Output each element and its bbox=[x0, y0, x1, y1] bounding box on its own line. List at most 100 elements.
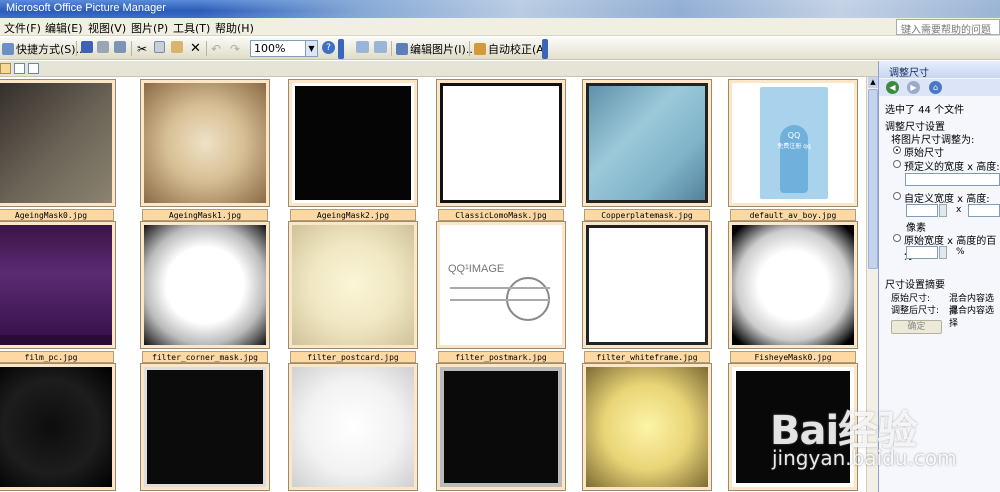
scrollbar-thumb[interactable] bbox=[868, 89, 878, 269]
help-search-input[interactable]: 键入需要帮助的问题 bbox=[896, 19, 1000, 35]
thumbnail-image bbox=[292, 225, 414, 345]
edit-pictures-icon bbox=[396, 42, 408, 55]
menu-file[interactable]: 文件(F) bbox=[4, 20, 41, 36]
zoom-select[interactable]: 100% ▼ bbox=[250, 40, 318, 57]
task-pane-nav: ◀ ▶ ⌂ bbox=[879, 79, 1000, 96]
thumbnail-view-icon[interactable] bbox=[0, 63, 11, 74]
thumbnail-tile[interactable] bbox=[140, 79, 270, 207]
standard-toolbar: 快捷方式(S)... ✂ ✕ ↶ ↷ 100% ▼ ? 编辑图片(I)... 自… bbox=[0, 37, 1000, 60]
redo-icon[interactable]: ↷ bbox=[230, 41, 240, 56]
thumbnail-filename[interactable]: filter_corner_mask.jpg bbox=[142, 351, 268, 363]
custom-width-input[interactable] bbox=[906, 204, 938, 217]
original-size-radio[interactable] bbox=[893, 146, 901, 154]
shortcut-icon bbox=[2, 42, 14, 55]
predefined-size-radio[interactable] bbox=[893, 160, 901, 168]
thumbnail-image bbox=[586, 367, 708, 487]
thumbnail-tile[interactable] bbox=[582, 79, 712, 207]
thumbnail-tile[interactable] bbox=[288, 79, 418, 207]
toolbar-separator bbox=[76, 41, 77, 56]
thumbnail-image bbox=[144, 225, 266, 345]
thumbnail-image bbox=[144, 367, 266, 487]
thumbnail-filename[interactable]: AgeingMask0.jpg bbox=[0, 209, 114, 221]
thumbnail-tile[interactable] bbox=[288, 363, 418, 491]
percent-input[interactable] bbox=[906, 246, 938, 259]
copy-icon[interactable] bbox=[154, 41, 165, 53]
save-icon[interactable] bbox=[81, 41, 93, 53]
vertical-scrollbar[interactable]: ▲ bbox=[866, 77, 878, 492]
thumbnail-tile[interactable] bbox=[436, 363, 566, 491]
thumbnail-image bbox=[144, 83, 266, 203]
thumbnail-tile[interactable] bbox=[0, 363, 116, 491]
undo-icon[interactable]: ↶ bbox=[211, 41, 221, 56]
rotate-right-icon[interactable] bbox=[374, 41, 387, 53]
thumbnail-filename[interactable]: AgeingMask2.jpg bbox=[290, 209, 416, 221]
shortcut-button[interactable]: 快捷方式(S)... bbox=[2, 41, 86, 56]
percent-label: % bbox=[956, 247, 965, 257]
thumbnail-filename[interactable]: filter_postcard.jpg bbox=[290, 351, 416, 363]
zoom-value: 100% bbox=[254, 42, 286, 55]
percent-spinner[interactable] bbox=[939, 246, 947, 259]
home-icon[interactable]: ⌂ bbox=[929, 81, 942, 94]
menu-tools[interactable]: 工具(T) bbox=[173, 20, 210, 36]
forward-icon[interactable]: ▶ bbox=[907, 81, 920, 94]
thumbnail-tile[interactable] bbox=[582, 363, 712, 491]
auto-correct-label: 自动校正(A) bbox=[488, 42, 549, 56]
custom-height-input[interactable] bbox=[968, 204, 1000, 217]
single-picture-view-icon[interactable] bbox=[28, 63, 39, 74]
thumbnail-filename[interactable]: film_pc.jpg bbox=[0, 351, 114, 363]
menu-picture[interactable]: 图片(P) bbox=[131, 20, 168, 36]
avatar-placeholder: QQ 免费注册 qq bbox=[760, 87, 828, 199]
thumbnail-tile[interactable] bbox=[582, 221, 712, 349]
thumbnail-filename[interactable]: FisheyeMask0.jpg bbox=[730, 351, 856, 363]
rotate-left-icon[interactable] bbox=[356, 41, 369, 53]
thumbnail-filename[interactable]: filter_whiteframe.jpg bbox=[584, 351, 710, 363]
help-icon[interactable]: ? bbox=[322, 41, 335, 54]
print-icon[interactable] bbox=[97, 41, 109, 53]
thumbnail-tile[interactable] bbox=[288, 221, 418, 349]
menu-bar: 文件(F) 编辑(E) 视图(V) 图片(P) 工具(T) 帮助(H) bbox=[0, 18, 1000, 36]
thumbnail-image bbox=[292, 83, 414, 203]
summary-heading: 尺寸设置摘要 bbox=[885, 280, 945, 291]
thumbnail-tile[interactable] bbox=[0, 221, 116, 349]
filmstrip-view-icon[interactable] bbox=[14, 63, 25, 74]
predefined-size-select[interactable] bbox=[905, 173, 1000, 186]
thumbnail-tile[interactable] bbox=[728, 363, 858, 491]
thumbnail-filename[interactable]: Copperplatemask.jpg bbox=[584, 209, 710, 221]
toolbar-options-grip[interactable] bbox=[542, 39, 548, 59]
thumbnail-tile[interactable] bbox=[436, 79, 566, 207]
thumbnail-tile[interactable] bbox=[140, 221, 270, 349]
edit-pictures-button[interactable]: 编辑图片(I)... bbox=[396, 41, 476, 56]
paste-icon[interactable] bbox=[171, 41, 183, 53]
ok-button[interactable]: 确定 bbox=[891, 320, 942, 334]
width-spinner[interactable] bbox=[939, 204, 947, 217]
email-icon[interactable] bbox=[114, 41, 126, 53]
thumbnail-tile[interactable] bbox=[140, 363, 270, 491]
scroll-up-icon[interactable]: ▲ bbox=[868, 77, 878, 88]
chevron-down-icon[interactable]: ▼ bbox=[305, 41, 317, 56]
thumbnail-tile[interactable]: QQ 免费注册 qq bbox=[728, 79, 858, 207]
thumbnail-filename[interactable]: AgeingMask1.jpg bbox=[142, 209, 268, 221]
custom-size-radio[interactable] bbox=[893, 192, 901, 200]
thumbnail-filename[interactable]: default_av_boy.jpg bbox=[730, 209, 856, 221]
thumbnail-image bbox=[440, 367, 562, 487]
toolbar-separator bbox=[206, 41, 207, 56]
thumbnail-tile[interactable] bbox=[0, 79, 116, 207]
toolbar-options-grip[interactable] bbox=[338, 39, 344, 59]
thumbnail-filename[interactable]: filter_postmark.jpg bbox=[438, 351, 564, 363]
auto-correct-button[interactable]: 自动校正(A) bbox=[474, 41, 548, 56]
menu-edit[interactable]: 编辑(E) bbox=[45, 20, 83, 36]
delete-icon[interactable]: ✕ bbox=[190, 41, 201, 56]
thumbnail-tile[interactable] bbox=[728, 221, 858, 349]
menu-help[interactable]: 帮助(H) bbox=[215, 20, 254, 36]
menu-view[interactable]: 视图(V) bbox=[88, 20, 126, 36]
thumbnail-tile[interactable]: QQ¹IMAGE bbox=[436, 221, 566, 349]
view-toolbar bbox=[0, 61, 878, 77]
percent-size-radio[interactable] bbox=[893, 234, 901, 242]
back-icon[interactable]: ◀ bbox=[886, 81, 899, 94]
thumbnail-image bbox=[0, 83, 112, 203]
cut-icon[interactable]: ✂ bbox=[137, 41, 147, 56]
thumbnail-image: QQ 免费注册 qq bbox=[732, 83, 854, 203]
thumbnail-image bbox=[292, 367, 414, 487]
edit-pictures-label: 编辑图片(I)... bbox=[410, 42, 477, 56]
thumbnail-filename[interactable]: ClassicLomoMask.jpg bbox=[438, 209, 564, 221]
